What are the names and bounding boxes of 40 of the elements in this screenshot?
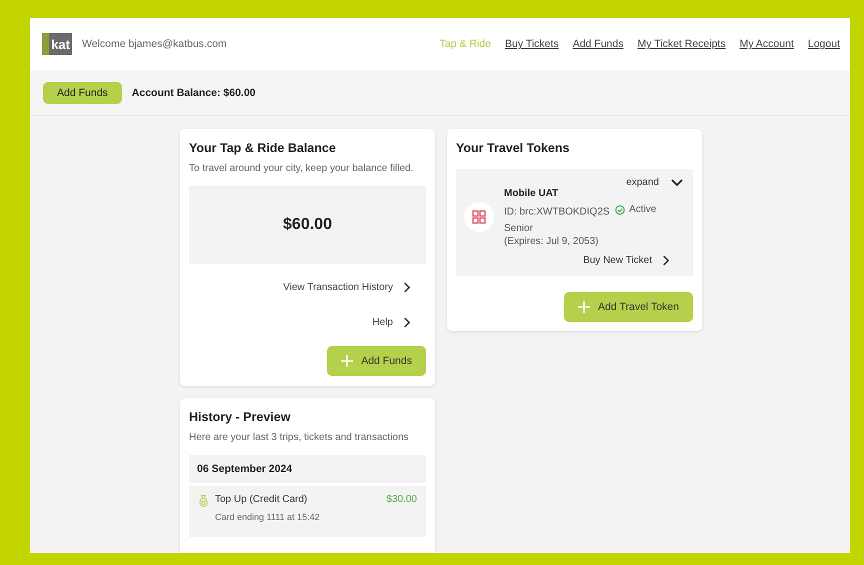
nav-link[interactable]: My Account (740, 38, 794, 50)
item-title: Top Up (Credit Card) (215, 494, 308, 505)
check-circle-icon (615, 204, 626, 214)
status-text: Active (629, 204, 656, 215)
money-bag-icon (198, 494, 209, 508)
add-travel-token-button[interactable]: Add Travel Token (564, 292, 693, 322)
chevron-down-icon (671, 178, 683, 186)
token-type: Senior (504, 222, 534, 234)
card-subtitle: Here are your last 3 trips, tickets and transactions (189, 432, 410, 443)
token-name: Mobile UAT (504, 188, 560, 199)
plus-icon (578, 300, 590, 312)
chevron-right-icon (662, 254, 669, 266)
token-id: ID: brc:XWTBOKDIQ2S (504, 206, 610, 218)
link[interactable]: View Transaction History (189, 270, 426, 305)
link[interactable]: Help (189, 305, 426, 340)
plus-icon (341, 355, 354, 367)
chevron-right-icon (403, 282, 410, 293)
card-subtitle: To travel around your city, keep your balance filled. (189, 163, 414, 174)
nav-link[interactable]: Logout (808, 38, 840, 50)
card-title: Your Tap & Ride Balance (189, 141, 337, 155)
qr-code-icon (464, 202, 494, 232)
add-funds-button[interactable]: Add Funds (43, 82, 122, 104)
date-header: 06 September 2024 (189, 455, 426, 483)
nav-link[interactable]: My Ticket Receipts (637, 38, 726, 50)
welcome-text: Welcome bjames@katbus.com (82, 38, 227, 50)
history-item[interactable]: Top Up (Credit Card) Card ending 1111 at 15:42 $30.00 (189, 486, 426, 537)
item-amount: $30.00 (386, 494, 417, 507)
token-expiry: (Expires: Jul 9, 2053) (504, 236, 600, 246)
expand-toggle[interactable]: expand (464, 177, 683, 188)
card-title: Your Travel Tokens (456, 141, 570, 155)
nav-link[interactable]: Buy Tickets (505, 38, 559, 50)
chevron-right-icon (403, 317, 410, 328)
account-balance: Account Balance: $60.00 (132, 86, 256, 98)
item-detail: Card ending 1111 at 15:42 (215, 512, 321, 522)
card-title: History - Preview (189, 410, 292, 424)
nav-link[interactable]: Add Funds (572, 38, 624, 50)
balance-amount: $60.00 (189, 186, 426, 264)
logo: kat (42, 33, 72, 55)
add-funds-button[interactable]: Add Funds (327, 346, 426, 376)
buy-ticket-link[interactable]: Buy New Ticket (464, 246, 683, 268)
